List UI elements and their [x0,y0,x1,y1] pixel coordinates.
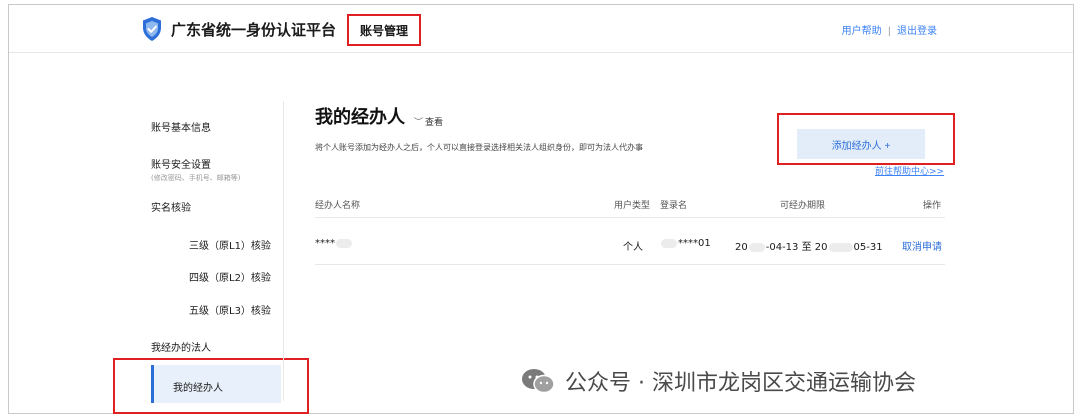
wechat-icon [522,369,555,394]
column-header-user-type: 用户类型 [614,201,651,211]
page-title: 我的经办人 [315,107,405,128]
sidebar-item-level3[interactable]: 三级（原L1）核验 [189,237,271,252]
agent-name-cell: **** [315,238,353,249]
sidebar-item-realname[interactable]: 实名核验 [151,199,191,214]
top-header: 广东省统一身份认证平台 账号管理 用户帮助 | 退出登录 [9,5,1073,53]
sidebar-divider [283,101,284,401]
platform-name: 广东省统一身份认证平台 [171,21,337,39]
help-center-link[interactable]: 前往帮助中心>> [875,164,944,177]
sidebar-item-basic-info[interactable]: 账号基本信息 [151,119,211,134]
redacted-mask [336,238,352,248]
cancel-request-link[interactable]: 取消申请 [902,238,942,253]
table-header-divider [315,217,945,218]
add-agent-button[interactable]: 添加经办人 + [797,129,925,159]
watermark: 公众号 · 深圳市龙岗区交通运输协会 [521,365,916,397]
user-type-cell: 个人 [623,242,643,253]
user-help-link[interactable]: 用户帮助 [842,26,882,37]
account-management-tab[interactable]: 账号管理 [347,14,421,46]
column-header-name: 经办人名称 [315,201,361,211]
eye-closed-icon: ︶ [414,118,424,128]
column-header-action: 操作 [923,201,942,211]
redacted-mask [748,242,765,252]
link-separator: | [887,26,891,37]
login-name-cell: ****01 [660,238,711,249]
column-header-period: 可经办期限 [780,201,826,211]
redacted-mask [661,238,677,248]
table-row-divider [315,264,945,265]
period-cell: 20 -04-13 至 20 05-31 [735,242,883,253]
sidebar-item-security[interactable]: 账号安全设置 (修改密码、手机号、邮箱等) [151,156,240,183]
sidebar-item-sublabel: (修改密码、手机号、邮箱等) [151,174,241,182]
view-toggle[interactable]: ︶ 查看 [414,115,443,128]
column-header-login: 登录名 [660,201,688,211]
page-description: 将个人账号添加为经办人之后，个人可以直接登录选择相关法人组织身份，即可为法人代办… [315,143,643,152]
app-window: 广东省统一身份认证平台 账号管理 用户帮助 | 退出登录 账号基本信息 账号安全设置… [8,4,1074,414]
sidebar-item-my-agents[interactable]: 我的经办人 [173,379,223,394]
watermark-text: 公众号 · 深圳市龙岗区交通运输协会 [565,371,916,396]
sidebar-item-level4[interactable]: 四级（原L2）核验 [189,269,271,284]
shield-check-icon [143,17,161,41]
view-label: 查看 [425,118,444,128]
top-links: 用户帮助 | 退出登录 [842,22,937,37]
logout-link[interactable]: 退出登录 [897,26,937,37]
redacted-mask [828,242,853,252]
sidebar-item-my-legal-entities[interactable]: 我经办的法人 [151,339,211,354]
sidebar-item-level5[interactable]: 五级（原L3）核验 [189,302,271,317]
sidebar-item-label: 账号安全设置 [151,160,211,171]
